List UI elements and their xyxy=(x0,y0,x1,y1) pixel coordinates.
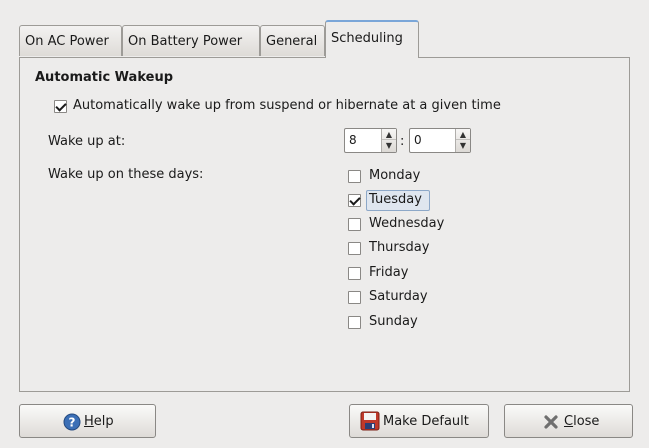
day-checkbox-wednesday[interactable] xyxy=(348,218,361,231)
hour-value: 8 xyxy=(349,133,357,147)
help-button-label: Help xyxy=(84,414,114,429)
day-checkbox-thursday[interactable] xyxy=(348,242,361,255)
minute-spin-buttons[interactable]: ▲ ▼ xyxy=(455,129,470,152)
svg-text:?: ? xyxy=(69,416,76,430)
time-separator: : xyxy=(400,134,405,149)
minute-spinbox[interactable]: 0 ▲ ▼ xyxy=(409,128,471,153)
make-default-button[interactable]: Make Default xyxy=(349,404,489,438)
day-label-wednesday[interactable]: Wednesday xyxy=(369,216,444,231)
help-icon: ? xyxy=(63,413,81,431)
day-label-thursday[interactable]: Thursday xyxy=(369,240,429,255)
auto-wakeup-label[interactable]: Automatically wake up from suspend or hi… xyxy=(73,98,501,113)
hour-spin-buttons[interactable]: ▲ ▼ xyxy=(381,129,396,152)
hour-spinbox[interactable]: 8 ▲ ▼ xyxy=(344,128,397,153)
help-button[interactable]: ? Help xyxy=(19,404,156,438)
day-checkbox-tuesday[interactable] xyxy=(348,194,361,207)
close-button[interactable]: Close xyxy=(504,404,633,438)
day-checkbox-monday[interactable] xyxy=(348,170,361,183)
day-label-friday[interactable]: Friday xyxy=(369,265,408,280)
day-label-sunday[interactable]: Sunday xyxy=(369,314,418,329)
close-button-label: Close xyxy=(564,414,600,429)
close-icon xyxy=(544,415,558,429)
chevron-down-icon[interactable]: ▼ xyxy=(456,140,470,151)
day-label-saturday[interactable]: Saturday xyxy=(369,289,428,304)
chevron-down-icon[interactable]: ▼ xyxy=(382,140,396,151)
chevron-up-icon[interactable]: ▲ xyxy=(382,129,396,140)
tab-on-ac-power[interactable]: On AC Power xyxy=(19,25,122,56)
day-checkbox-sunday[interactable] xyxy=(348,316,361,329)
scheduling-pane: Automatic Wakeup Automatically wake up f… xyxy=(19,57,630,392)
tab-general[interactable]: General xyxy=(260,25,325,56)
tab-scheduling[interactable]: Scheduling xyxy=(325,20,419,58)
make-default-label: Make Default xyxy=(383,414,469,429)
day-label-monday[interactable]: Monday xyxy=(369,168,420,183)
chevron-up-icon[interactable]: ▲ xyxy=(456,129,470,140)
wake-up-at-label: Wake up at: xyxy=(48,134,126,149)
floppy-disk-icon xyxy=(360,411,380,431)
wake-days-label: Wake up on these days: xyxy=(48,167,204,182)
auto-wakeup-checkbox[interactable] xyxy=(54,100,67,113)
day-checkbox-friday[interactable] xyxy=(348,267,361,280)
day-checkbox-saturday[interactable] xyxy=(348,291,361,304)
tab-on-battery-power[interactable]: On Battery Power xyxy=(122,25,260,56)
minute-value: 0 xyxy=(414,133,422,147)
section-heading: Automatic Wakeup xyxy=(35,70,174,85)
day-label-tuesday[interactable]: Tuesday xyxy=(369,192,422,207)
